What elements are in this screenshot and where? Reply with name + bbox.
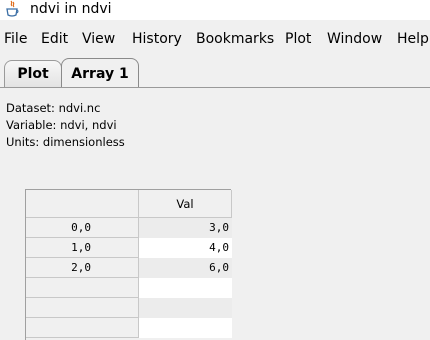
tab-divider <box>0 87 430 88</box>
row-header[interactable] <box>26 278 139 298</box>
row-header[interactable] <box>26 318 139 338</box>
table-cell[interactable] <box>139 298 232 318</box>
corner-header <box>26 190 139 218</box>
tab-array-1[interactable]: Array 1 <box>61 58 139 88</box>
menu-view[interactable]: View <box>82 31 115 47</box>
menu-plot[interactable]: Plot <box>285 31 311 47</box>
table-cell[interactable]: 3,0 <box>139 218 232 238</box>
table-cell[interactable] <box>139 318 232 338</box>
menu-history[interactable]: History <box>132 31 182 47</box>
row-header[interactable] <box>26 298 139 318</box>
row-header[interactable]: 1,0 <box>26 238 139 258</box>
table-cell[interactable]: 4,0 <box>139 238 232 258</box>
title-bar: ndvi in ndvi <box>0 0 430 20</box>
variable-label: Variable: ndvi, ndvi <box>6 118 117 132</box>
dataset-label: Dataset: ndvi.nc <box>6 101 101 115</box>
row-header[interactable]: 2,0 <box>26 258 139 278</box>
row-header[interactable]: 0,0 <box>26 218 139 238</box>
window-title: ndvi in ndvi <box>30 1 112 17</box>
tab-strip: Plot Array 1 <box>0 58 430 88</box>
units-label: Units: dimensionless <box>6 135 125 149</box>
menu-bookmarks[interactable]: Bookmarks <box>196 31 274 47</box>
column-header-val[interactable]: Val <box>139 190 232 218</box>
menu-help[interactable]: Help <box>397 31 429 47</box>
menu-file[interactable]: File <box>4 31 27 47</box>
table-cell[interactable] <box>139 278 232 298</box>
menu-edit[interactable]: Edit <box>41 31 68 47</box>
java-app-icon <box>6 0 19 17</box>
menu-window[interactable]: Window <box>327 31 382 47</box>
tab-plot[interactable]: Plot <box>4 60 62 87</box>
table-cell[interactable]: 6,0 <box>139 258 232 278</box>
array-table: Val 0,0 3,0 1,0 4,0 2,0 6,0 <box>25 189 232 340</box>
menu-bar: File Edit View History Bookmarks Plot Wi… <box>0 27 430 51</box>
